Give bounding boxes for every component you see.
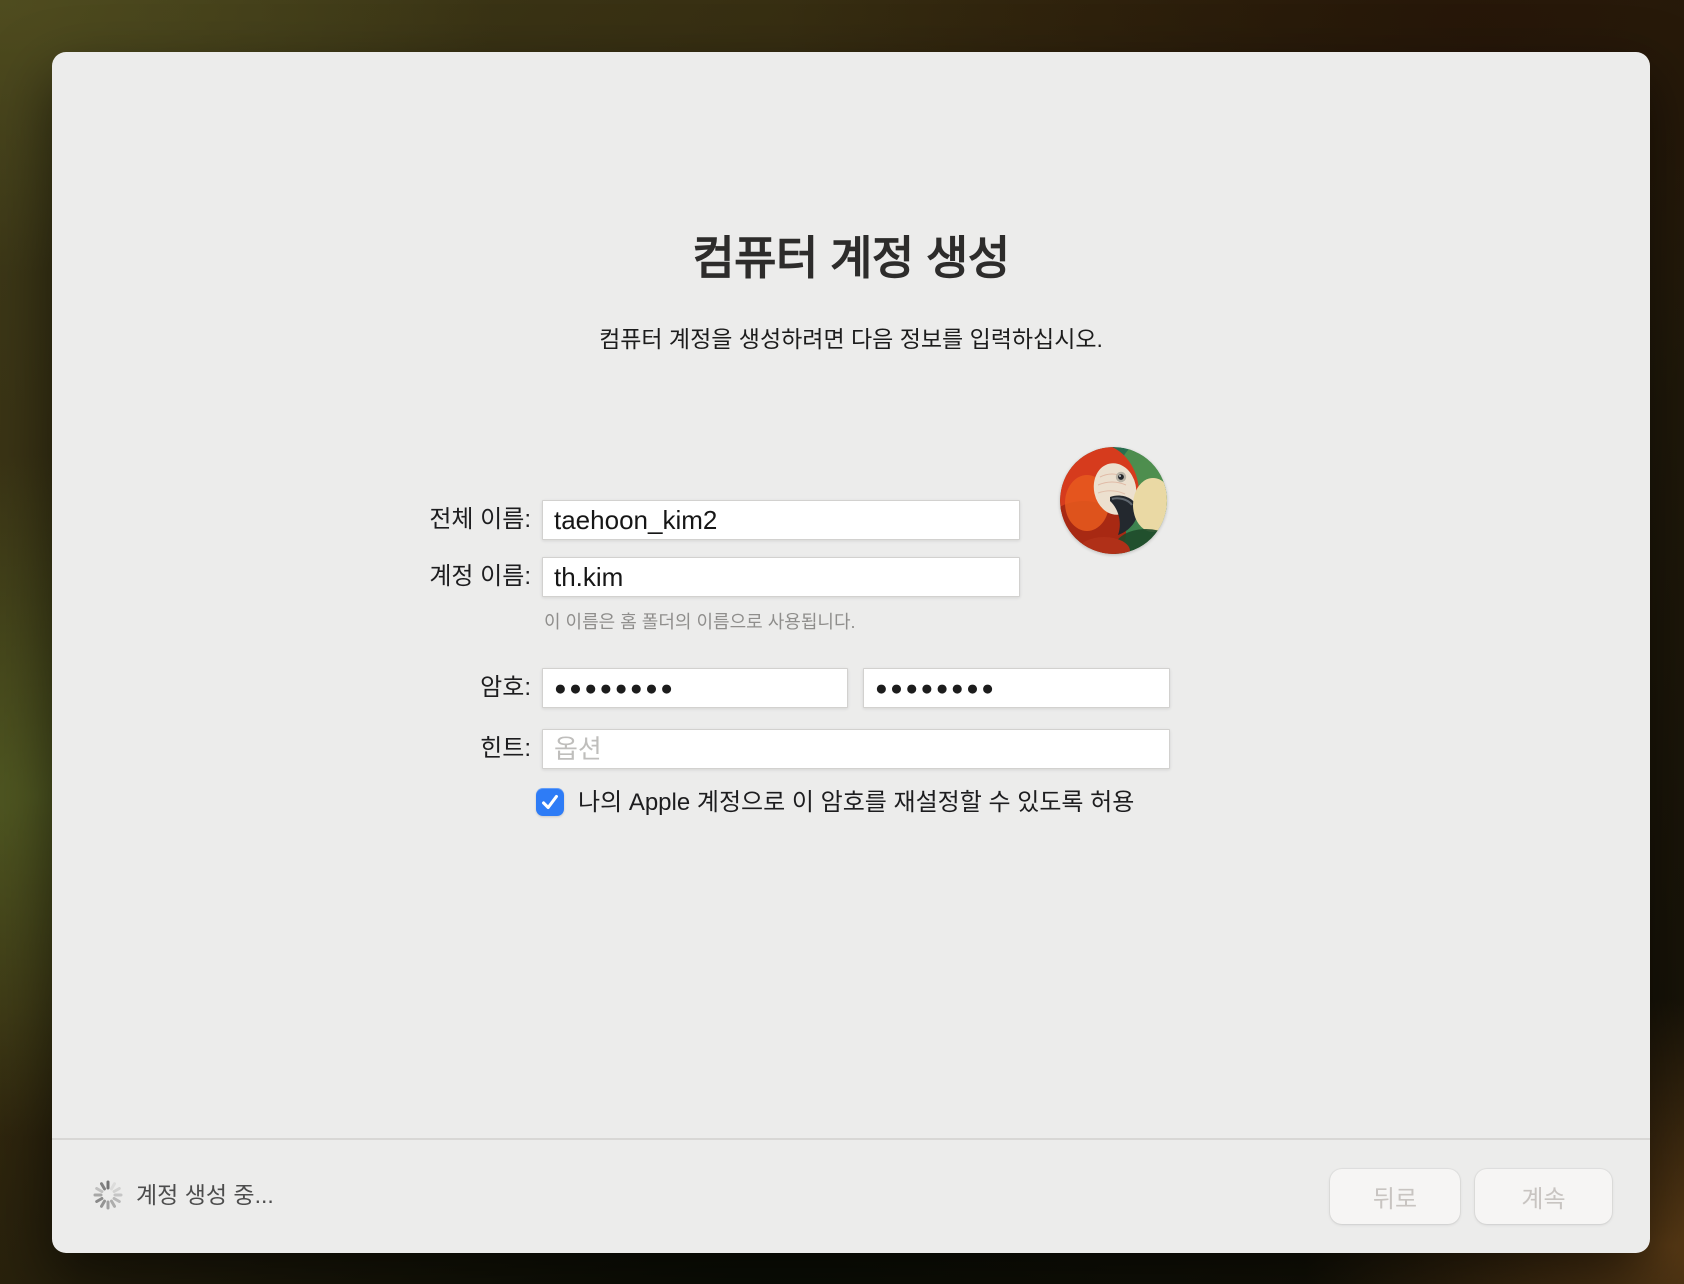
hint-label: 힌트: bbox=[52, 729, 531, 769]
password-label: 암호: bbox=[52, 668, 531, 708]
page-subtitle: 컴퓨터 계정을 생성하려면 다음 정보를 입력하십시오. bbox=[52, 320, 1650, 354]
account-name-input[interactable] bbox=[542, 557, 1020, 597]
progress-spinner-icon bbox=[92, 1179, 124, 1211]
full-name-input[interactable] bbox=[542, 500, 1020, 540]
back-button[interactable]: 뒤로 bbox=[1330, 1169, 1460, 1224]
continue-button[interactable]: 계속 bbox=[1475, 1169, 1612, 1224]
full-name-label: 전체 이름: bbox=[52, 500, 531, 540]
setup-window: 컴퓨터 계정 생성 컴퓨터 계정을 생성하려면 다음 정보를 입력하십시오. 전… bbox=[52, 52, 1650, 1253]
account-name-label: 계정 이름: bbox=[52, 557, 531, 597]
page-title: 컴퓨터 계정 생성 bbox=[52, 222, 1650, 288]
reset-password-checkbox[interactable] bbox=[536, 788, 564, 816]
status-text: 계정 생성 중... bbox=[136, 1179, 274, 1211]
hint-input[interactable] bbox=[542, 729, 1170, 769]
account-name-helper: 이 이름은 홈 폴더의 이름으로 사용됩니다. bbox=[544, 608, 856, 634]
password-input[interactable] bbox=[542, 668, 848, 708]
checkmark-icon bbox=[539, 791, 561, 813]
user-avatar[interactable] bbox=[1060, 447, 1167, 554]
password-verify-input[interactable] bbox=[863, 668, 1170, 708]
footer-divider bbox=[52, 1138, 1650, 1140]
reset-password-label: 나의 Apple 계정으로 이 암호를 재설정할 수 있도록 허용 bbox=[578, 788, 1134, 816]
parrot-avatar-image bbox=[1060, 447, 1167, 554]
